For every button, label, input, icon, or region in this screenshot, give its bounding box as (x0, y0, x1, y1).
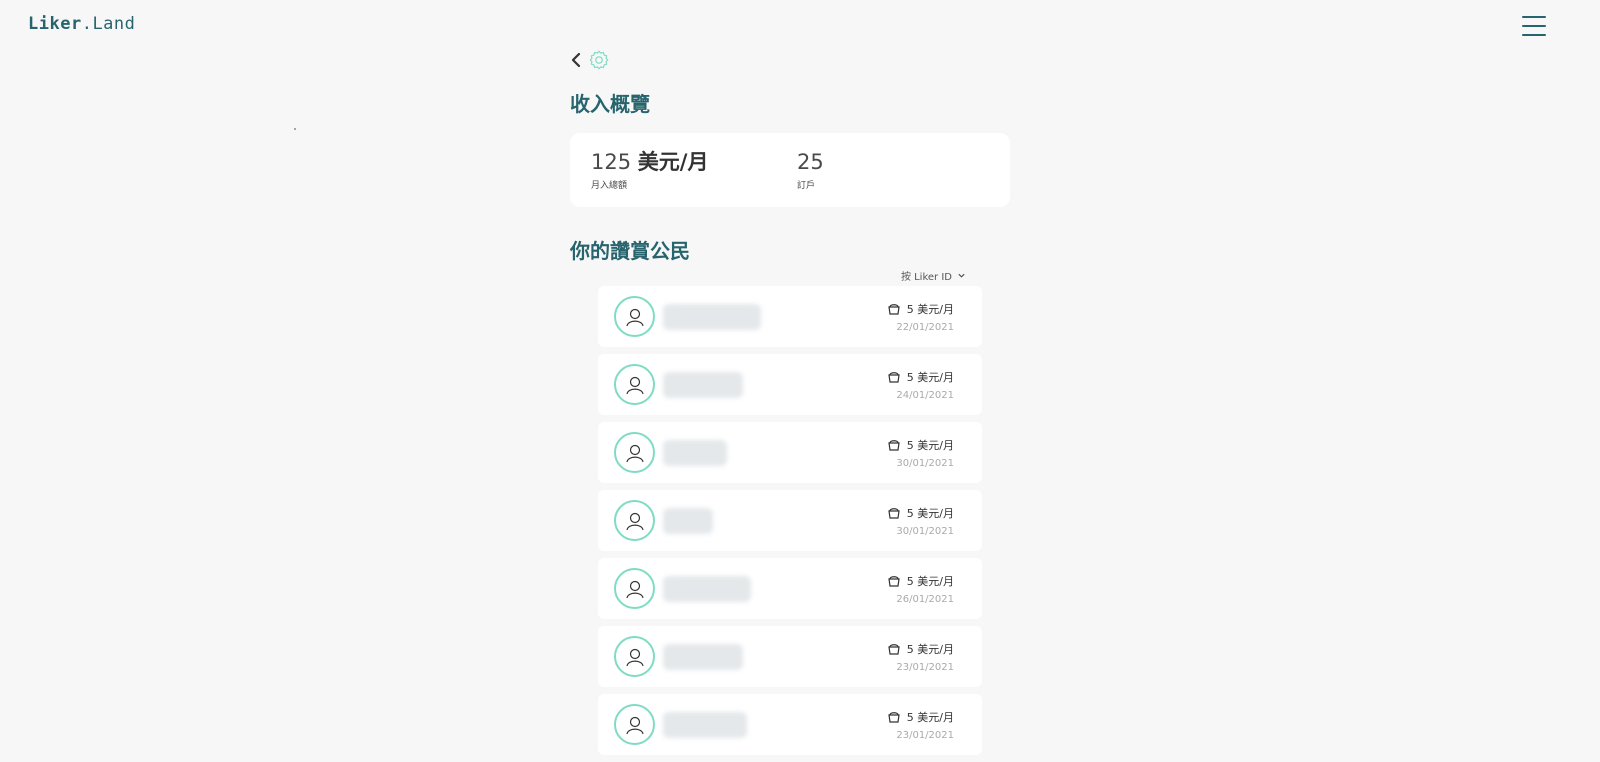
support-date: 23/01/2021 (896, 729, 954, 741)
supporter-row[interactable]: 5 美元/月 23/01/2021 (598, 626, 982, 687)
page-toolbar (570, 46, 1010, 74)
supporter-row[interactable]: 5 美元/月 22/01/2021 (598, 286, 982, 347)
supporter-row[interactable]: 5 美元/月 26/01/2021 (598, 558, 982, 619)
support-date: 30/01/2021 (896, 457, 954, 469)
support-date: 22/01/2021 (896, 321, 954, 333)
supporter-row[interactable]: 5 美元/月 23/01/2021 (598, 694, 982, 755)
support-amount: 5 美元/月 (906, 574, 954, 588)
support-amount: 5 美元/月 (906, 710, 954, 724)
supporter-name-blurred (663, 371, 743, 398)
supporter-name-blurred (663, 711, 747, 738)
hamburger-icon (1522, 16, 1546, 18)
supporter-name-blurred (663, 507, 713, 534)
support-amount: 5 美元/月 (906, 438, 954, 452)
logo-dot: . (81, 14, 93, 34)
supporter-list: 5 美元/月 22/01/2021 5 美元/月 24/01/2021 5 美元… (598, 286, 982, 755)
supporter-name-blurred (663, 439, 727, 466)
user-avatar-icon (614, 704, 655, 745)
cup-icon (888, 643, 900, 655)
cup-icon (888, 711, 900, 723)
support-amount: 5 美元/月 (906, 506, 954, 520)
support-date: 26/01/2021 (896, 593, 954, 605)
support-amount: 5 美元/月 (906, 370, 954, 384)
subscribers-stat: 25 訂戶 (797, 150, 1003, 191)
subscribers-value: 25 (797, 149, 824, 174)
main-content: 收入概覽 125 美元/月 月入總額 25 訂戶 你的讚賞公民 按 Liker … (570, 46, 1010, 762)
sort-label: 按 Liker ID (900, 271, 952, 283)
gear-icon[interactable] (588, 49, 610, 71)
monthly-income-unit: 美元/月 (637, 149, 709, 174)
support-date: 23/01/2021 (896, 661, 954, 673)
liker-land-logo[interactable]: Liker.Land (28, 14, 135, 34)
user-avatar-icon (614, 500, 655, 541)
user-avatar-icon (614, 296, 655, 337)
supporters-title: 你的讚賞公民 (570, 239, 690, 263)
income-overview-title: 收入概覽 (570, 92, 650, 116)
chevron-down-icon (958, 273, 965, 278)
supporter-name-blurred (663, 303, 761, 330)
support-amount: 5 美元/月 (906, 642, 954, 656)
user-avatar-icon (614, 568, 655, 609)
user-avatar-icon (614, 636, 655, 677)
cup-icon (888, 303, 900, 315)
logo-sub: Land (92, 14, 136, 34)
supporter-name-blurred (663, 643, 743, 670)
income-overview-card: 125 美元/月 月入總額 25 訂戶 (570, 133, 1010, 207)
supporter-row[interactable]: 5 美元/月 24/01/2021 (598, 354, 982, 415)
supporter-row[interactable]: 5 美元/月 30/01/2021 (598, 490, 982, 551)
supporter-row[interactable]: 5 美元/月 30/01/2021 (598, 422, 982, 483)
cup-icon (888, 575, 900, 587)
user-avatar-icon (614, 364, 655, 405)
monthly-income-label: 月入總額 (591, 180, 628, 191)
monthly-income-stat: 125 美元/月 月入總額 (591, 150, 797, 191)
support-amount: 5 美元/月 (906, 302, 954, 316)
cup-icon (888, 371, 900, 383)
support-date: 24/01/2021 (896, 389, 954, 401)
cup-icon (888, 439, 900, 451)
chevron-left-icon[interactable] (570, 50, 582, 70)
menu-button[interactable] (1522, 16, 1546, 36)
supporter-name-blurred (663, 575, 751, 602)
cup-icon (888, 507, 900, 519)
sort-dropdown[interactable]: 按 Liker ID (901, 266, 966, 284)
user-avatar-icon (614, 432, 655, 473)
support-date: 30/01/2021 (896, 525, 954, 537)
monthly-income-value: 125 (591, 149, 632, 174)
logo-main: Liker (28, 14, 82, 34)
stray-dot (294, 128, 296, 130)
subscribers-label: 訂戶 (797, 180, 816, 191)
